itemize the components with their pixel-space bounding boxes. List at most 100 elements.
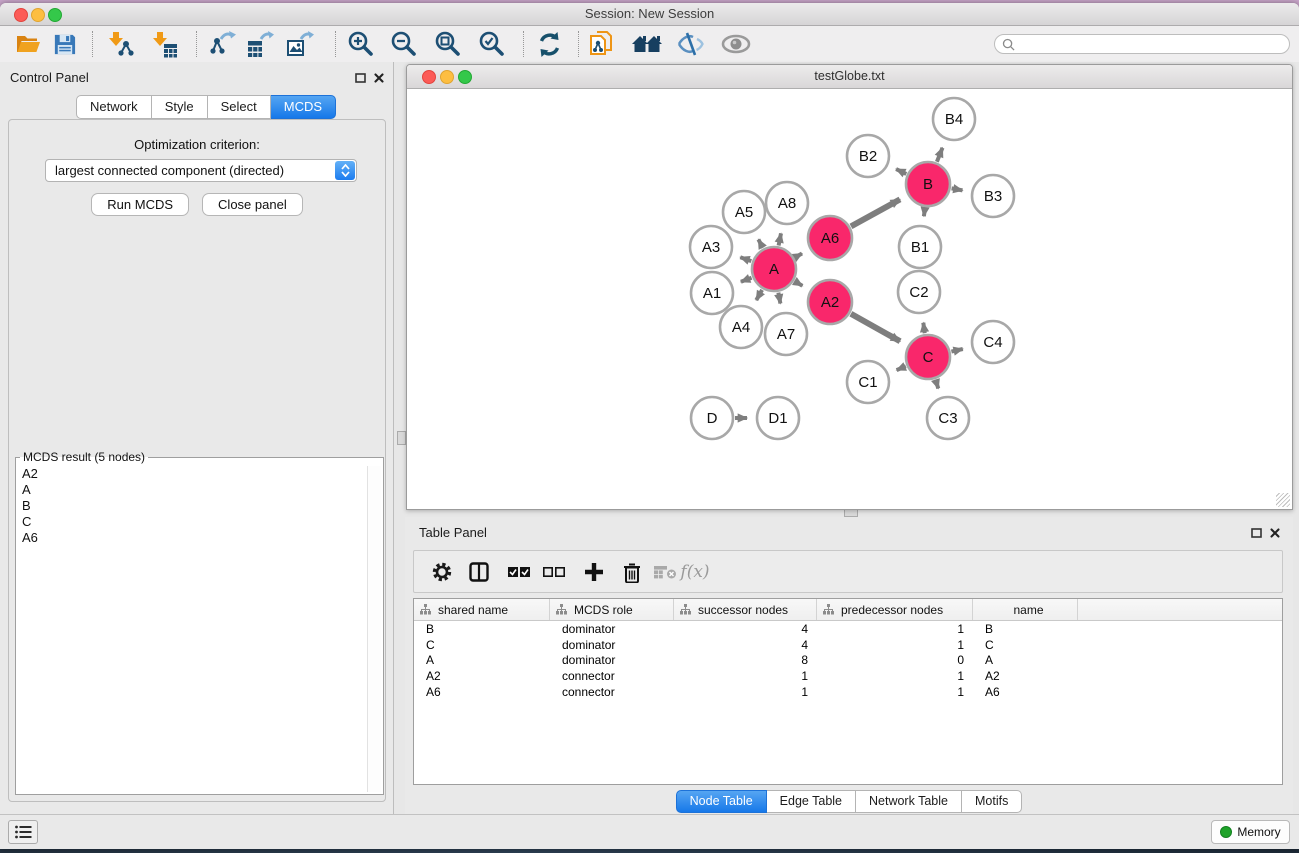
- table-cell[interactable]: A2: [973, 669, 1078, 683]
- table-cell[interactable]: 4: [674, 638, 817, 652]
- close-panel-icon[interactable]: [372, 71, 386, 84]
- graph-node[interactable]: D1: [757, 397, 799, 439]
- network-canvas[interactable]: B4B2BB3A8A5A6B1A3AA1C2A2A4A7C4CC1C3DD1: [408, 89, 1291, 508]
- zoom-out-icon[interactable]: [387, 30, 421, 58]
- graph-node[interactable]: B4: [933, 98, 975, 140]
- memory-button[interactable]: Memory: [1211, 820, 1290, 844]
- import-table-icon[interactable]: [147, 30, 181, 58]
- table-cell[interactable]: A6: [973, 685, 1078, 699]
- table-cell[interactable]: 1: [817, 638, 973, 652]
- graph-edge[interactable]: [758, 239, 762, 247]
- open-file-icon[interactable]: [11, 30, 45, 58]
- graph-node[interactable]: B1: [899, 226, 941, 268]
- search-field[interactable]: [994, 34, 1290, 54]
- first-neighbors-icon[interactable]: [630, 30, 664, 58]
- run-mcds-button[interactable]: Run MCDS: [91, 193, 189, 216]
- table-cell[interactable]: B: [973, 622, 1078, 636]
- graph-node[interactable]: A5: [723, 191, 765, 233]
- table-row[interactable]: A2connector11A2: [414, 668, 1282, 684]
- graph-edge[interactable]: [952, 188, 963, 190]
- graph-edge[interactable]: [795, 254, 802, 258]
- show-columns-icon[interactable]: [464, 558, 494, 586]
- table-cell[interactable]: 8: [674, 653, 817, 667]
- mcds-result-item[interactable]: A6: [18, 530, 367, 546]
- graph-edge[interactable]: [740, 257, 751, 261]
- float-panel-icon[interactable]: [1249, 526, 1263, 539]
- tab-mcds[interactable]: MCDS: [271, 95, 336, 119]
- column-header[interactable]: name: [973, 599, 1078, 620]
- graph-node[interactable]: C3: [927, 397, 969, 439]
- mcds-result-item[interactable]: B: [18, 498, 367, 514]
- table-tab-motifs[interactable]: Motifs: [962, 790, 1022, 813]
- graph-node[interactable]: B: [906, 162, 950, 206]
- table-cell[interactable]: 1: [674, 685, 817, 699]
- graph-node[interactable]: B2: [847, 135, 889, 177]
- table-row[interactable]: Cdominator41C: [414, 637, 1282, 653]
- table-cell[interactable]: dominator: [550, 653, 674, 667]
- table-settings-gear-icon[interactable]: [427, 558, 457, 586]
- network-graph[interactable]: B4B2BB3A8A5A6B1A3AA1C2A2A4A7C4CC1C3DD1: [408, 89, 1291, 508]
- mcds-list-scrollbar[interactable]: [367, 466, 381, 792]
- graph-edge[interactable]: [896, 169, 906, 174]
- graph-node[interactable]: A: [752, 247, 796, 291]
- graph-node[interactable]: A4: [720, 306, 762, 348]
- graph-node[interactable]: A6: [808, 216, 852, 260]
- refresh-icon[interactable]: [532, 30, 566, 58]
- column-header[interactable]: shared name: [414, 599, 550, 620]
- show-details-icon[interactable]: [719, 30, 753, 58]
- graph-edge[interactable]: [924, 208, 925, 216]
- save-session-icon[interactable]: [47, 30, 81, 58]
- table-cell[interactable]: C: [973, 638, 1078, 652]
- zoom-in-icon[interactable]: [344, 30, 378, 58]
- task-history-list-icon[interactable]: [8, 820, 38, 844]
- graph-node[interactable]: A2: [808, 280, 852, 324]
- table-cell[interactable]: A: [973, 653, 1078, 667]
- mcds-result-item[interactable]: C: [18, 514, 367, 530]
- table-cell[interactable]: 4: [674, 622, 817, 636]
- graph-edge[interactable]: [795, 281, 803, 286]
- table-cell[interactable]: dominator: [550, 622, 674, 636]
- graph-node[interactable]: D: [691, 397, 733, 439]
- table-cell[interactable]: 1: [674, 669, 817, 683]
- table-cell[interactable]: C: [414, 638, 550, 652]
- import-network-icon[interactable]: [103, 30, 137, 58]
- graph-edge[interactable]: [779, 233, 781, 245]
- table-tab-network-table[interactable]: Network Table: [856, 790, 962, 813]
- graph-node[interactable]: A8: [766, 182, 808, 224]
- column-header[interactable]: predecessor nodes: [817, 599, 973, 620]
- export-network-icon[interactable]: [205, 30, 239, 58]
- table-row[interactable]: A6connector11A6: [414, 684, 1282, 700]
- vertical-splitter-handle[interactable]: [397, 431, 406, 445]
- graph-node[interactable]: C: [906, 335, 950, 379]
- graph-edge[interactable]: [936, 380, 939, 389]
- graph-edge[interactable]: [756, 290, 762, 300]
- export-table-icon[interactable]: [243, 30, 277, 58]
- table-cell[interactable]: B: [414, 622, 550, 636]
- search-input[interactable]: [1019, 36, 1289, 52]
- graph-node[interactable]: A1: [691, 272, 733, 314]
- graph-edge[interactable]: [851, 199, 900, 226]
- close-panel-button[interactable]: Close panel: [202, 193, 303, 216]
- table-cell[interactable]: connector: [550, 669, 674, 683]
- table-cell[interactable]: 1: [817, 669, 973, 683]
- unselect-all-columns-icon[interactable]: [539, 558, 569, 586]
- float-panel-icon[interactable]: [353, 71, 367, 84]
- graph-edge[interactable]: [851, 314, 900, 342]
- graph-edge[interactable]: [897, 366, 906, 370]
- column-header[interactable]: successor nodes: [674, 599, 817, 620]
- tab-select[interactable]: Select: [208, 95, 271, 119]
- delete-table-trash-icon[interactable]: [617, 558, 647, 586]
- horizontal-splitter-handle[interactable]: [844, 509, 858, 517]
- select-all-columns-icon[interactable]: [504, 558, 534, 586]
- table-cell[interactable]: dominator: [550, 638, 674, 652]
- table-cell[interactable]: connector: [550, 685, 674, 699]
- table-tab-node-table[interactable]: Node Table: [676, 790, 767, 813]
- graph-node[interactable]: C4: [972, 321, 1014, 363]
- criterion-select[interactable]: largest connected component (directed): [45, 159, 357, 182]
- hide-details-icon[interactable]: [674, 30, 708, 58]
- graph-node[interactable]: C1: [847, 361, 889, 403]
- tab-network[interactable]: Network: [76, 95, 152, 119]
- table-cell[interactable]: A: [414, 653, 550, 667]
- graph-node[interactable]: C2: [898, 271, 940, 313]
- create-column-plus-icon[interactable]: [579, 558, 609, 586]
